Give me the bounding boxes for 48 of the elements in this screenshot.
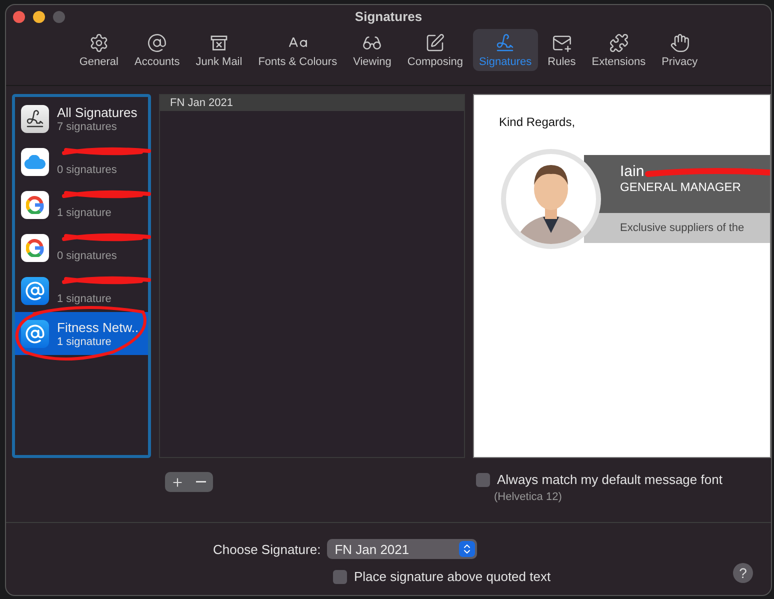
stepper-icon (458, 541, 475, 557)
checkbox[interactable] (333, 570, 347, 584)
toolbar-tab[interactable]: Viewing (347, 29, 398, 71)
signature-count: 1 signature (57, 206, 112, 218)
google-g-icon (21, 190, 49, 218)
account-item[interactable]: 1 signature (15, 183, 148, 226)
account-item[interactable]: 0 signatures (15, 140, 148, 183)
signature-count: 0 signatures (57, 164, 117, 176)
plus-icon (170, 476, 184, 488)
tagline-text: Exclusive suppliers of the (620, 222, 744, 234)
toolbar-tab[interactable]: Privacy (656, 29, 704, 71)
google-g-icon (21, 234, 49, 262)
account-name: Fitness Netw.. (57, 320, 139, 334)
account-item[interactable]: Fitness Netw.. 1 signature (15, 312, 148, 355)
help-button[interactable]: ? (733, 563, 753, 583)
choose-signature-label: Choose Signature: (213, 542, 321, 556)
person-name: Iain (620, 163, 646, 180)
toolbar-tab[interactable]: Accounts (128, 29, 186, 71)
signature-icon (21, 104, 49, 132)
font-hint: (Helvetica 12) (493, 491, 563, 503)
toolbar-tab[interactable]: Rules (542, 29, 582, 71)
toolbar-tab[interactable]: Extensions (586, 29, 652, 71)
checkbox-label: Place signature above quoted text (354, 569, 551, 584)
close-button[interactable] (13, 11, 25, 23)
signature-count: 1 signature (57, 336, 112, 348)
minimize-button[interactable] (33, 11, 45, 23)
account-item[interactable]: 0 signatures (15, 226, 148, 269)
toolbar-tab[interactable]: Junk Mail (190, 29, 248, 71)
signature-dropdown[interactable]: FN Jan 2021 (326, 539, 477, 559)
window-title: Signatures (354, 8, 422, 24)
checkbox[interactable] (476, 472, 490, 486)
account-item[interactable]: 1 signature (15, 269, 148, 312)
greeting-text: Kind Regards, (499, 115, 576, 129)
signature-item[interactable]: FN Jan 2021 (160, 95, 464, 111)
at-sign-icon (21, 276, 49, 304)
cloud-icon (21, 148, 49, 176)
signature-count: 7 signatures (57, 120, 118, 132)
account-name: All Signatures (57, 104, 138, 120)
checkbox-label: Always match my default message font (497, 472, 722, 487)
job-title: GENERAL MANAGER (620, 180, 742, 194)
toolbar-tab[interactable]: Fonts & Colours (252, 29, 344, 71)
signature-count: 0 signatures (57, 250, 117, 262)
toolbar-tab[interactable]: General (73, 29, 124, 71)
signature-count: 1 signature (57, 292, 112, 304)
at-sign-icon (21, 320, 49, 348)
account-item[interactable]: All Signatures 7 signatures (15, 97, 148, 140)
toolbar-tab[interactable]: Composing (401, 29, 470, 71)
minus-icon (196, 481, 206, 483)
